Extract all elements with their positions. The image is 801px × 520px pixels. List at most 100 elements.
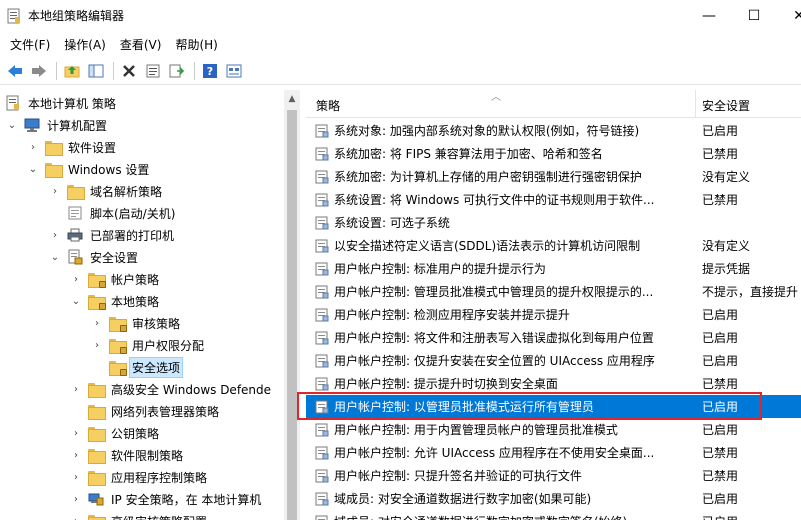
list-item[interactable]: 系统加密: 将 FIPS 兼容算法用于加密、哈希和签名 已禁用: [306, 142, 801, 165]
list-item[interactable]: 用户帐户控制: 以管理员批准模式运行所有管理员 已启用: [306, 395, 801, 418]
toolbar: ?: [0, 57, 801, 85]
policy-name: 用户帐户控制: 管理员批准模式中管理员的提升权限提示的...: [334, 285, 654, 299]
forward-arrow-icon[interactable]: [28, 60, 50, 82]
tree-item-local-computer-policy[interactable]: 本地计算机 策略: [6, 92, 118, 114]
chevron-right-icon[interactable]: ›: [70, 273, 82, 285]
tree-item-ip-security[interactable]: › IP 安全策略，在 本地计算机: [70, 488, 263, 510]
tree-item-security-options[interactable]: 安全选项: [91, 356, 184, 378]
list-item[interactable]: 用户帐户控制: 只提升签名并验证的可执行文件 已禁用: [306, 464, 801, 487]
list-item[interactable]: 以安全描述符定义语言(SDDL)语法表示的计算机访问限制 没有定义: [306, 234, 801, 257]
tree-item-user-rights-assignment[interactable]: › 用户权限分配: [91, 334, 206, 356]
tree-item-local-policies[interactable]: ⌄ 本地策略: [70, 290, 161, 312]
policy-name: 用户帐户控制: 仅提升安装在安全位置的 UIAccess 应用程序: [334, 354, 655, 368]
security-setting-value: 提示凭据: [702, 262, 751, 276]
chevron-right-icon[interactable]: ›: [70, 493, 82, 505]
list-item[interactable]: 用户帐户控制: 仅提升安装在安全位置的 UIAccess 应用程序 已启用: [306, 349, 801, 372]
chevron-right-icon[interactable]: ›: [49, 185, 61, 197]
chevron-down-icon[interactable]: ⌄: [6, 119, 18, 131]
tree-item-computer-config[interactable]: ⌄ 计算机配置: [6, 114, 109, 136]
close-button[interactable]: ✕: [776, 0, 801, 31]
properties-icon[interactable]: [142, 60, 164, 82]
tree-scrollbar[interactable]: ▲: [284, 90, 300, 520]
policy-setting-icon: [315, 423, 329, 437]
menu-help[interactable]: 帮助(H): [168, 36, 224, 53]
list-item[interactable]: 用户帐户控制: 提示提升时切换到安全桌面 已禁用: [306, 372, 801, 395]
chevron-right-icon[interactable]: ›: [70, 515, 82, 520]
chevron-down-icon[interactable]: ⌄: [70, 295, 82, 307]
chevron-right-icon[interactable]: ›: [91, 317, 103, 329]
column-header-policy[interactable]: 策略: [316, 97, 340, 114]
show-hide-tree-icon[interactable]: [85, 60, 107, 82]
tree-item-label: 域名解析策略: [90, 184, 163, 199]
chevron-down-icon[interactable]: ⌄: [27, 163, 39, 175]
list-item[interactable]: 用户帐户控制: 管理员批准模式中管理员的提升权限提示的... 不提示，直接提升: [306, 280, 801, 303]
tree-item-windows-defender-firewall[interactable]: › 高级安全 Windows Defende: [70, 378, 273, 400]
menu-view[interactable]: 查看(V): [113, 36, 169, 53]
scrollbar-thumb[interactable]: [287, 110, 297, 520]
tree-item-app-control-policies[interactable]: › 应用程序控制策略: [70, 466, 209, 488]
list-item[interactable]: 用户帐户控制: 允许 UIAccess 应用程序在不使用安全桌面... 已禁用: [306, 441, 801, 464]
list-item[interactable]: 域成员: 对安全通道数据进行数字加密(如果可能) 已启用: [306, 487, 801, 510]
list-item[interactable]: 域成员: 对安全通道数据进行数字加密或数字签名(始终) 已启用: [306, 510, 801, 520]
security-setting-value: 已禁用: [702, 147, 739, 161]
tree-item-audit-policy[interactable]: › 审核策略: [91, 312, 182, 334]
chevron-right-icon[interactable]: ›: [70, 427, 82, 439]
scroll-up-arrow-icon[interactable]: ▲: [284, 90, 300, 107]
tree-item-windows-settings[interactable]: ⌄ Windows 设置: [27, 158, 151, 180]
filter-view-icon[interactable]: [223, 60, 245, 82]
policy-setting-icon: [315, 469, 329, 483]
list-item[interactable]: 用户帐户控制: 检测应用程序安装并提示提升 已启用: [306, 303, 801, 326]
list-item[interactable]: 用户帐户控制: 用于内置管理员帐户的管理员批准模式 已启用: [306, 418, 801, 441]
up-folder-icon[interactable]: [61, 60, 83, 82]
tree-item-advanced-audit[interactable]: › 高级审核策略配置: [70, 510, 209, 520]
tree-item-deployed-printers[interactable]: › 已部署的打印机: [49, 224, 176, 246]
list-item[interactable]: 系统设置: 将 Windows 可执行文件中的证书规则用于软件... 已禁用: [306, 188, 801, 211]
tree-item-account-policies[interactable]: › 帐户策略: [70, 268, 161, 290]
chevron-down-icon[interactable]: ⌄: [49, 251, 61, 263]
export-list-icon[interactable]: [166, 60, 188, 82]
minimize-button[interactable]: —: [686, 0, 732, 31]
lock-folder-icon: [88, 272, 106, 288]
security-icon: [67, 249, 83, 265]
chevron-right-icon[interactable]: ›: [91, 339, 103, 351]
tree-item-network-list-manager[interactable]: 网络列表管理器策略: [70, 400, 221, 422]
chevron-right-icon[interactable]: ›: [27, 141, 39, 153]
list-item[interactable]: 系统加密: 为计算机上存储的用户密钥强制进行强密钥保护 没有定义: [306, 165, 801, 188]
tree-item-label: 计算机配置: [47, 118, 108, 133]
tree-item-label: 审核策略: [132, 316, 181, 331]
tree-item-label: Windows 设置: [68, 162, 150, 177]
policy-setting-icon: [315, 262, 329, 276]
column-divider[interactable]: [695, 90, 696, 118]
chevron-right-icon[interactable]: ›: [70, 471, 82, 483]
list-item[interactable]: 用户帐户控制: 标准用户的提升提示行为 提示凭据: [306, 257, 801, 280]
list-item[interactable]: 用户帐户控制: 将文件和注册表写入错误虚拟化到每用户位置 已启用: [306, 326, 801, 349]
tree-item-software-settings[interactable]: › 软件设置: [27, 136, 118, 158]
chevron-right-icon[interactable]: ›: [49, 229, 61, 241]
list-item[interactable]: 系统对象: 加强内部系统对象的默认权限(例如，符号链接) 已启用: [306, 119, 801, 142]
security-setting-value: 已禁用: [702, 469, 739, 483]
tree-item-public-key-policies[interactable]: › 公钥策略: [70, 422, 161, 444]
policy-setting-icon: [315, 216, 329, 230]
list-item[interactable]: 系统设置: 可选子系统: [306, 211, 801, 234]
tree-item-name-resolution-policy[interactable]: › 域名解析策略: [49, 180, 164, 202]
tree-item-scripts[interactable]: 脚本(启动/关机): [49, 202, 177, 224]
delete-icon[interactable]: [118, 60, 140, 82]
policy-name: 用户帐户控制: 标准用户的提升提示行为: [334, 262, 546, 276]
menu-action[interactable]: 操作(A): [57, 36, 113, 53]
column-header-security-setting[interactable]: 安全设置: [702, 97, 750, 114]
menu-file[interactable]: 文件(F): [3, 36, 57, 53]
chevron-right-icon[interactable]: ›: [70, 383, 82, 395]
security-setting-value: 已启用: [702, 513, 738, 520]
help-icon[interactable]: ?: [199, 60, 221, 82]
tree-item-label: 本地计算机 策略: [28, 96, 116, 111]
tree-item-security-settings[interactable]: ⌄ 安全设置: [49, 246, 140, 268]
maximize-button[interactable]: ☐: [731, 0, 777, 31]
back-arrow-icon[interactable]: [4, 60, 26, 82]
policy-name: 以安全描述符定义语言(SDDL)语法表示的计算机访问限制: [334, 239, 641, 253]
tree-item-software-restriction[interactable]: › 软件限制策略: [70, 444, 185, 466]
printer-icon: [67, 228, 83, 242]
policy-name: 用户帐户控制: 将文件和注册表写入错误虚拟化到每用户位置: [334, 331, 654, 345]
chevron-right-icon[interactable]: ›: [70, 449, 82, 461]
